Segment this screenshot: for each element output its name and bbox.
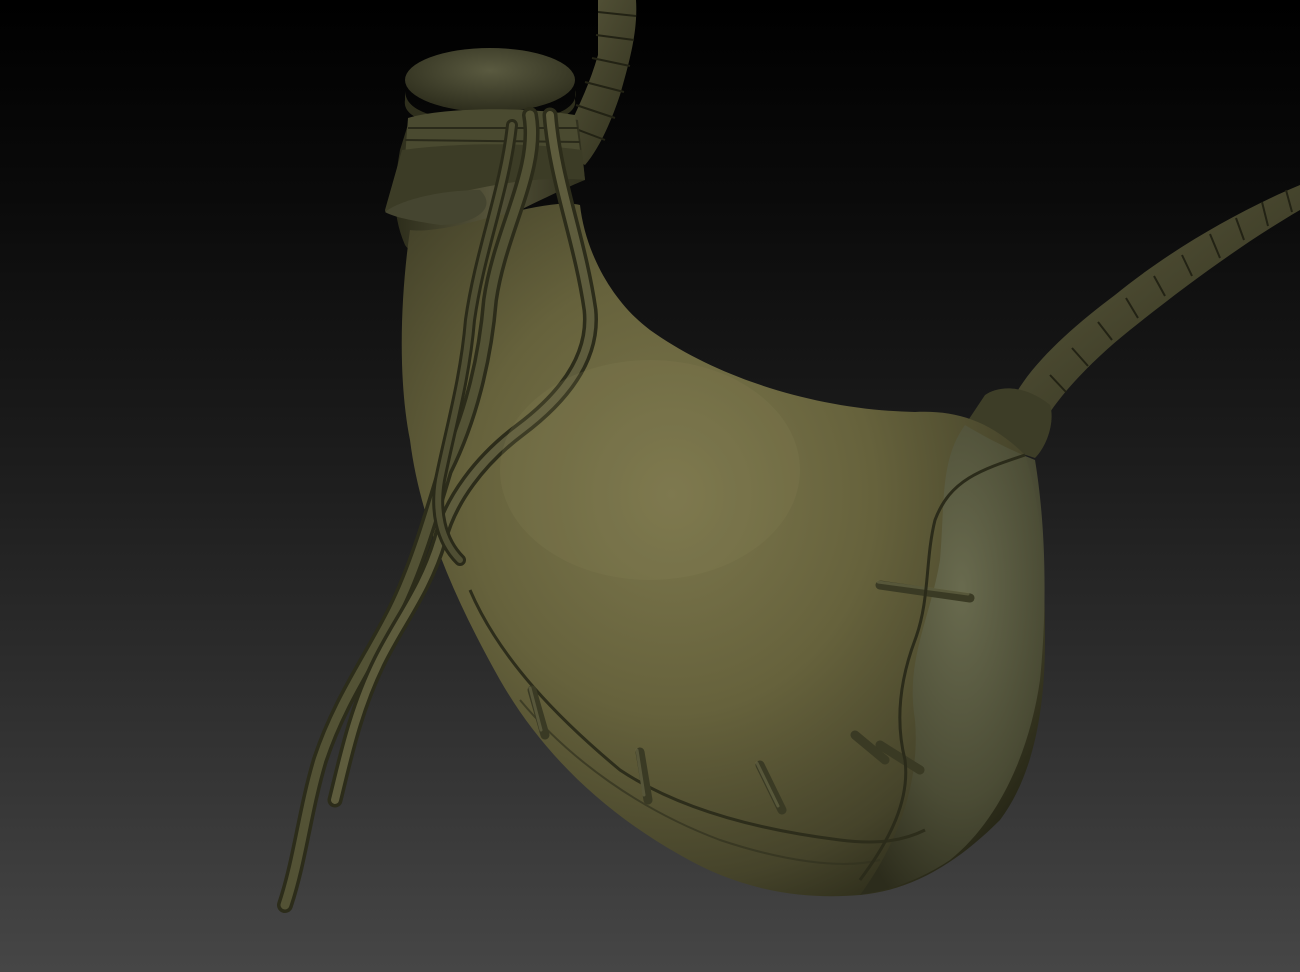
right-strap <box>1015 185 1300 420</box>
leather-flask-illustration <box>277 0 1300 913</box>
body-highlight <box>500 360 800 580</box>
render-viewport <box>0 0 1300 972</box>
